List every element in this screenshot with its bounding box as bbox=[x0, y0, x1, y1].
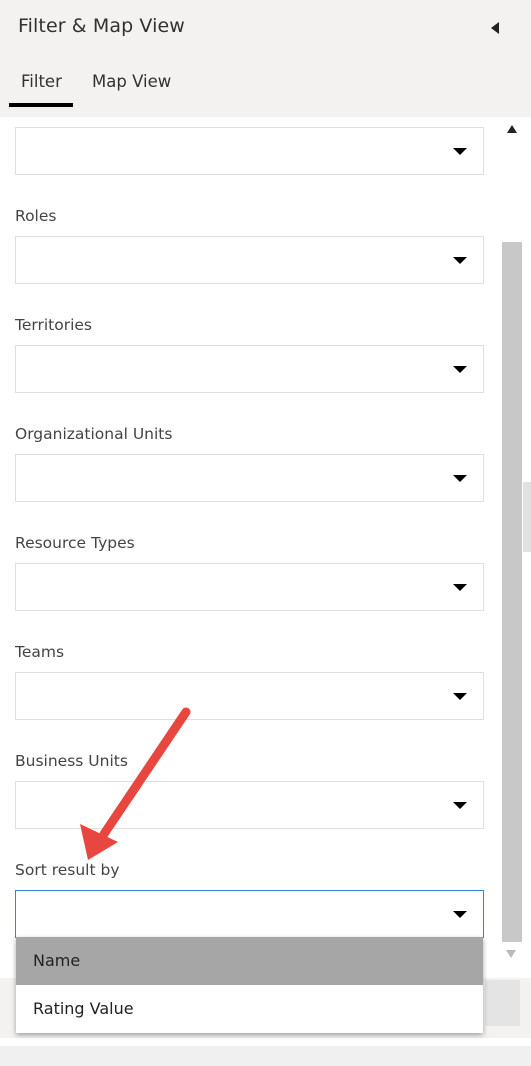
caret-down-icon bbox=[453, 148, 467, 155]
select-underline bbox=[16, 501, 435, 502]
label-business-units: Business Units bbox=[15, 752, 128, 770]
select-underline bbox=[16, 828, 435, 829]
option-name[interactable]: Name bbox=[16, 937, 483, 985]
teams-select[interactable] bbox=[15, 672, 484, 720]
tab-map-view[interactable]: Map View bbox=[92, 72, 171, 91]
collapse-panel-button[interactable] bbox=[484, 16, 506, 40]
scroll-up-icon[interactable] bbox=[507, 125, 517, 133]
filter-form: Roles Territories Organizational Units R… bbox=[0, 117, 500, 1037]
tab-filter[interactable]: Filter bbox=[21, 72, 62, 91]
panel-title: Filter & Map View bbox=[18, 15, 185, 37]
select-underline bbox=[16, 392, 435, 393]
label-teams: Teams bbox=[15, 643, 65, 661]
option-rating-value[interactable]: Rating Value bbox=[16, 985, 483, 1033]
roles-select[interactable] bbox=[15, 236, 484, 284]
footer-button[interactable] bbox=[485, 980, 520, 1026]
field-select-partial[interactable] bbox=[15, 127, 484, 175]
active-tab-indicator bbox=[9, 103, 73, 107]
select-underline bbox=[16, 719, 435, 720]
triangle-left-icon bbox=[491, 22, 499, 34]
side-resize-handle[interactable] bbox=[523, 482, 531, 552]
label-resource-types: Resource Types bbox=[15, 534, 135, 552]
filter-map-panel: Filter & Map View Filter Map View Roles … bbox=[0, 0, 531, 1066]
label-territories: Territories bbox=[15, 316, 93, 334]
caret-down-icon bbox=[453, 584, 467, 591]
label-roles: Roles bbox=[15, 207, 57, 225]
panel-header: Filter & Map View Filter Map View bbox=[0, 0, 531, 117]
select-underline bbox=[16, 174, 435, 175]
caret-down-icon bbox=[453, 475, 467, 482]
footer-bottom-bar bbox=[0, 1046, 531, 1066]
scroll-down-icon[interactable] bbox=[506, 950, 516, 958]
caret-down-icon bbox=[453, 366, 467, 373]
caret-down-icon bbox=[453, 257, 467, 264]
caret-down-icon bbox=[453, 802, 467, 809]
label-sort-result-by: Sort result by bbox=[15, 861, 120, 879]
resource-types-select[interactable] bbox=[15, 563, 484, 611]
label-organizational-units: Organizational Units bbox=[15, 425, 173, 443]
sort-result-by-select[interactable] bbox=[15, 890, 484, 938]
organizational-units-select[interactable] bbox=[15, 454, 484, 502]
business-units-select[interactable] bbox=[15, 781, 484, 829]
sort-options-dropdown: Name Rating Value bbox=[16, 937, 483, 1033]
caret-down-icon bbox=[453, 693, 467, 700]
select-underline bbox=[16, 610, 435, 611]
select-underline bbox=[16, 283, 435, 284]
caret-down-icon bbox=[453, 911, 467, 918]
territories-select[interactable] bbox=[15, 345, 484, 393]
scrollbar-thumb[interactable] bbox=[502, 242, 522, 942]
